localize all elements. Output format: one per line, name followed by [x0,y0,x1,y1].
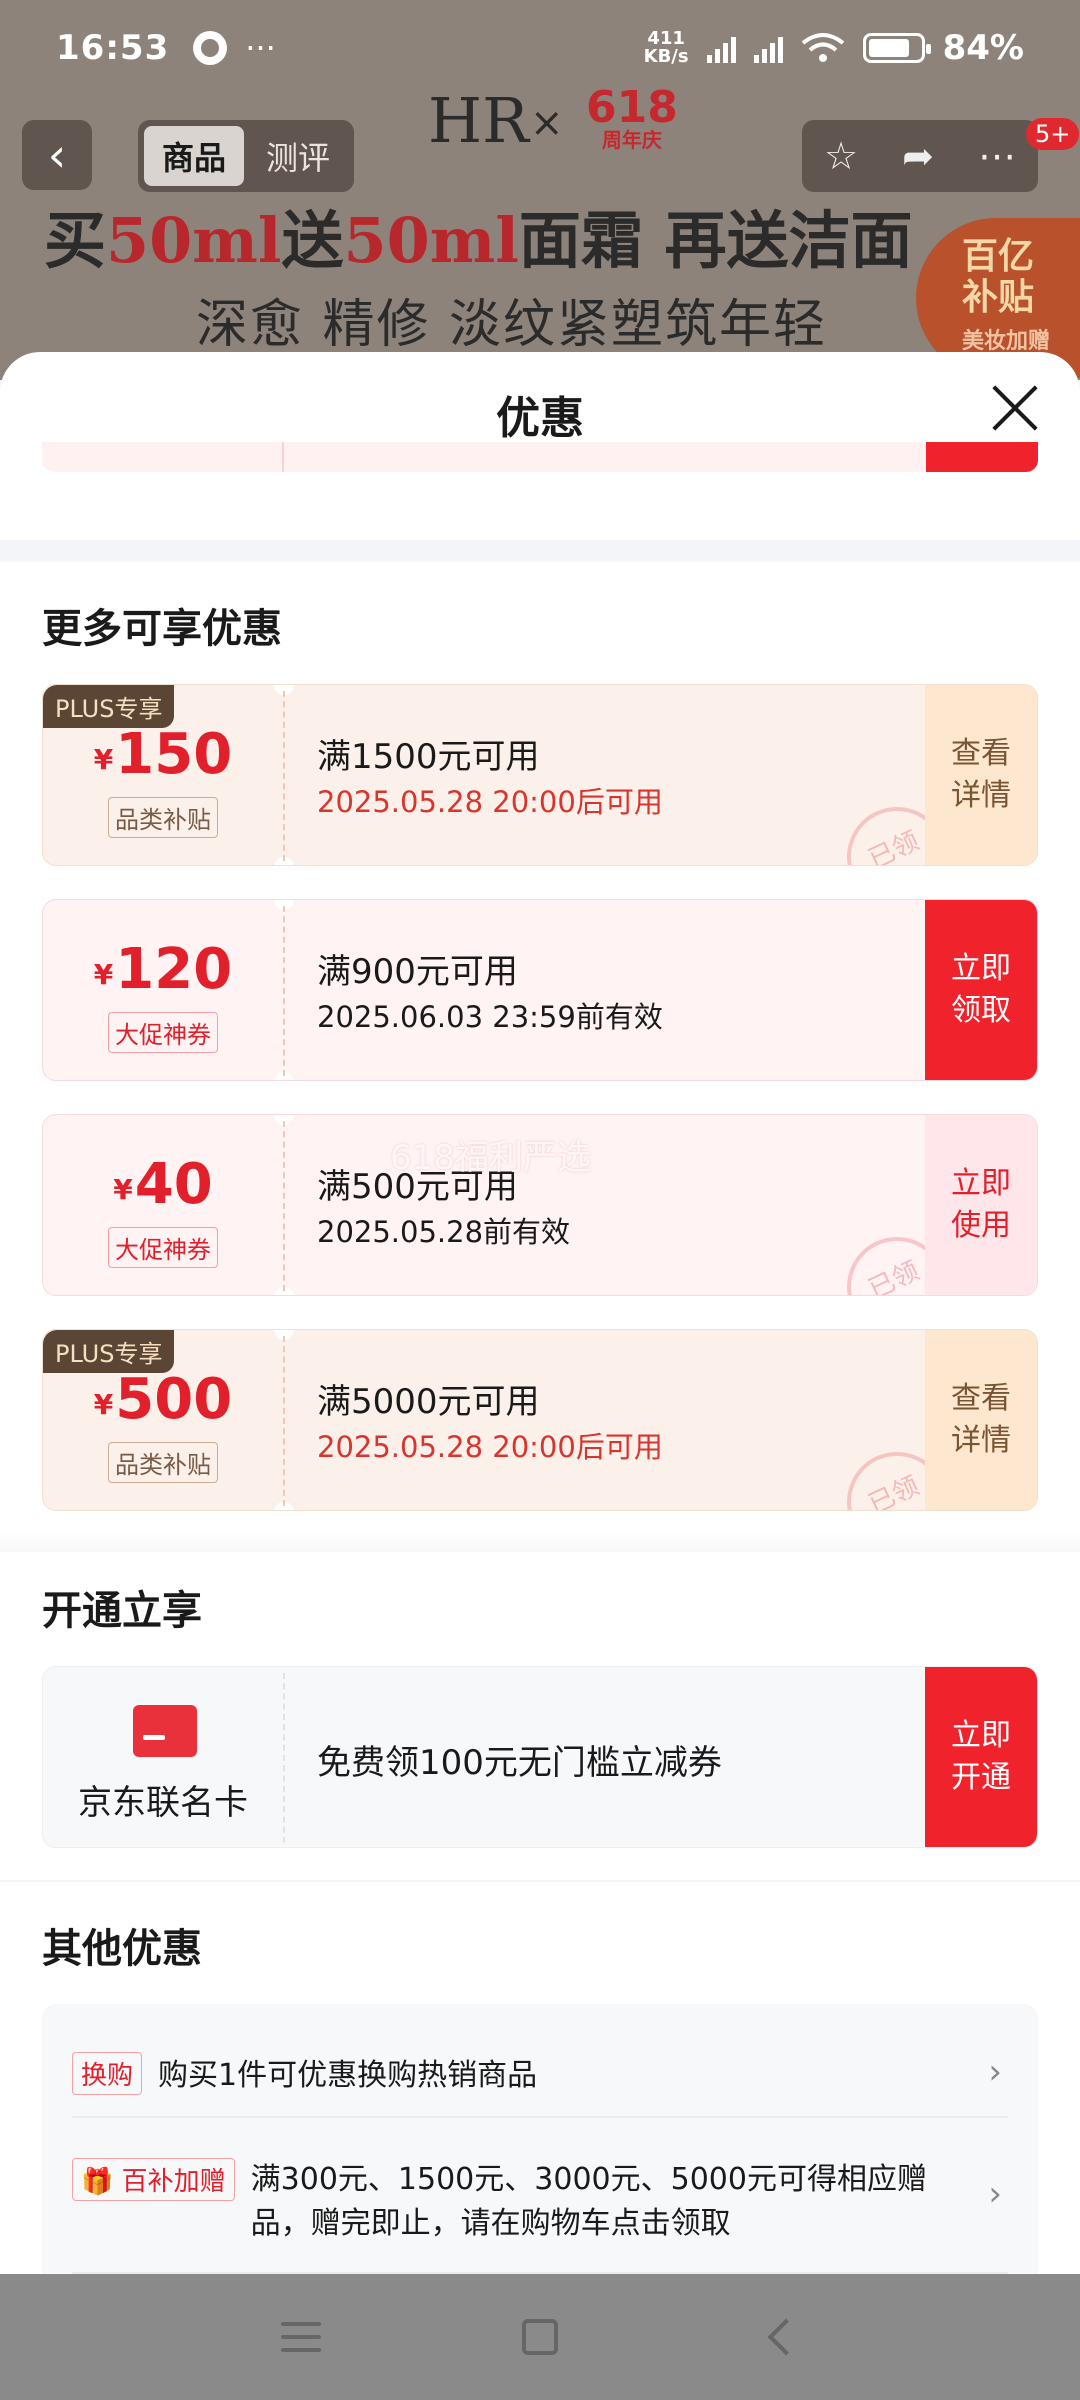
co-branded-card-offer: 京东联名卡 免费领100元无门槛立减券 立即 开通 [42,1666,1038,1848]
coupon-card: PLUS专享 ¥500 品类补贴 满5000元可用 2025.05.28 20:… [42,1329,1038,1511]
section-title-open: 开通立享 [42,1588,202,1634]
signal-icon-2 [753,33,783,63]
card-offer-description: 免费领100元无门槛立减券 [317,1743,722,1783]
offer-tag: 换购 [72,2052,143,2095]
product-tabs: 商品 测评 [138,120,355,192]
section-divider [0,1532,1080,1552]
offer-text: 购买1件可优惠换购热销商品 [158,2058,538,2093]
signal-icon [706,33,736,63]
section-divider [0,1880,1080,1882]
header-actions: ☆ ➦ ⋯ [802,120,1038,192]
previous-coupon-edge [42,442,1038,472]
back-icon[interactable] [767,2318,805,2356]
brand-logo: HR [428,84,529,157]
share-icon[interactable]: ➦ [902,134,934,178]
home-icon[interactable] [521,2319,558,2355]
battery-percent: 84% [942,28,1024,68]
card-name: 京东联名卡 [78,1783,248,1823]
status-more: ··· [245,29,276,67]
list-item[interactable]: 换购 购买1件可优惠换购热销商品 › [72,2052,1008,2098]
anniversary-logo: 618 周年庆 [586,82,678,152]
section-title-other: 其他优惠 [42,1926,202,1972]
tab-review[interactable]: 测评 [248,126,348,186]
battery-icon [862,33,931,63]
offer-text: 满300元、1500元、3000元、5000元可得相应赠品，赠完即止，请在购物车… [250,2162,927,2241]
coupon-card: ¥120 大促神券 满900元可用 2025.06.03 23:59前有效 立即… [42,899,1038,1081]
more-icon[interactable]: ⋯ [978,134,1016,178]
brand-cross: × [530,100,564,146]
section-title-more: 更多可享优惠 [42,606,282,652]
claim-now-button[interactable]: 立即 领取 [925,900,1037,1080]
close-icon[interactable] [986,380,1044,438]
offer-tag: 🎁 百补加赠 [72,2158,235,2201]
coupon-amount: ¥40 [113,1152,213,1217]
promo-banner-line1: 买50ml送50ml面霜 再送洁面 [44,204,913,277]
status-bar: 16:53 ··· 411 KB/s 84% [0,0,1080,96]
menu-icon[interactable] [280,2322,321,2352]
coupon-card: PLUS专享 ¥150 品类补贴 满1500元可用 2025.05.28 20:… [42,684,1038,866]
back-button[interactable]: ‹ [22,120,92,190]
use-now-button[interactable]: 立即 使用 [925,1115,1037,1295]
coupon-condition: 满5000元可用 [317,1382,540,1422]
credit-card-icon [133,1705,197,1757]
system-nav-bar [0,2274,1080,2400]
promo-banner-line2: 深愈 精修 淡纹紧塑筑年轻 [196,295,828,355]
coupon-date: 2025.06.03 23:59前有效 [317,1000,663,1034]
tab-product[interactable]: 商品 [144,126,245,186]
open-card-button[interactable]: 立即 开通 [925,1667,1037,1847]
section-divider [0,540,1080,562]
coupon-tag: 大促神券 [108,1012,218,1053]
chevron-right-icon: › [988,2174,1002,2214]
notification-icon [193,31,228,65]
wifi-icon [801,33,844,62]
coupon-date: 2025.05.28 20:00后可用 [317,785,663,819]
list-item[interactable]: 🎁 百补加赠 满300元、1500元、3000元、5000元可得相应赠品，赠完即… [72,2158,1008,2245]
coupon-amount: ¥150 [93,722,233,787]
coupon-tag: 品类补贴 [108,797,218,838]
message-badge: 5+ [1026,118,1080,150]
watermark-text: 618福利严选 [390,1138,591,1178]
other-offers-list: 换购 购买1件可优惠换购热销商品 › 🎁 百补加赠 满300元、1500元、30… [42,2004,1038,2274]
coupon-tag: 品类补贴 [108,1442,218,1483]
view-details-button[interactable]: 查看 详情 [925,685,1037,865]
coupon-condition: 满900元可用 [317,952,518,992]
product-page-background: 16:53 ··· 411 KB/s 84% ‹ 商品 测评 HR × 618 周… [0,0,1080,380]
coupon-date: 2025.05.28前有效 [317,1215,571,1249]
coupon-date: 2025.05.28 20:00后可用 [317,1430,663,1464]
chevron-right-icon: › [988,2052,1002,2092]
network-speed: 411 KB/s [643,28,689,67]
coupon-amount: ¥500 [93,1367,233,1432]
sheet-title: 优惠 [496,393,584,444]
coupon-tag: 大促神券 [108,1227,218,1268]
view-details-button[interactable]: 查看 详情 [925,1330,1037,1510]
status-time: 16:53 [56,28,170,68]
coupon-amount: ¥120 [93,937,233,1002]
discount-sheet: 优惠 更多可享优惠 PLUS专享 ¥150 品类补贴 满1500元可用 2025… [0,352,1080,2274]
star-icon[interactable]: ☆ [824,134,858,178]
coupon-condition: 满1500元可用 [317,737,540,777]
